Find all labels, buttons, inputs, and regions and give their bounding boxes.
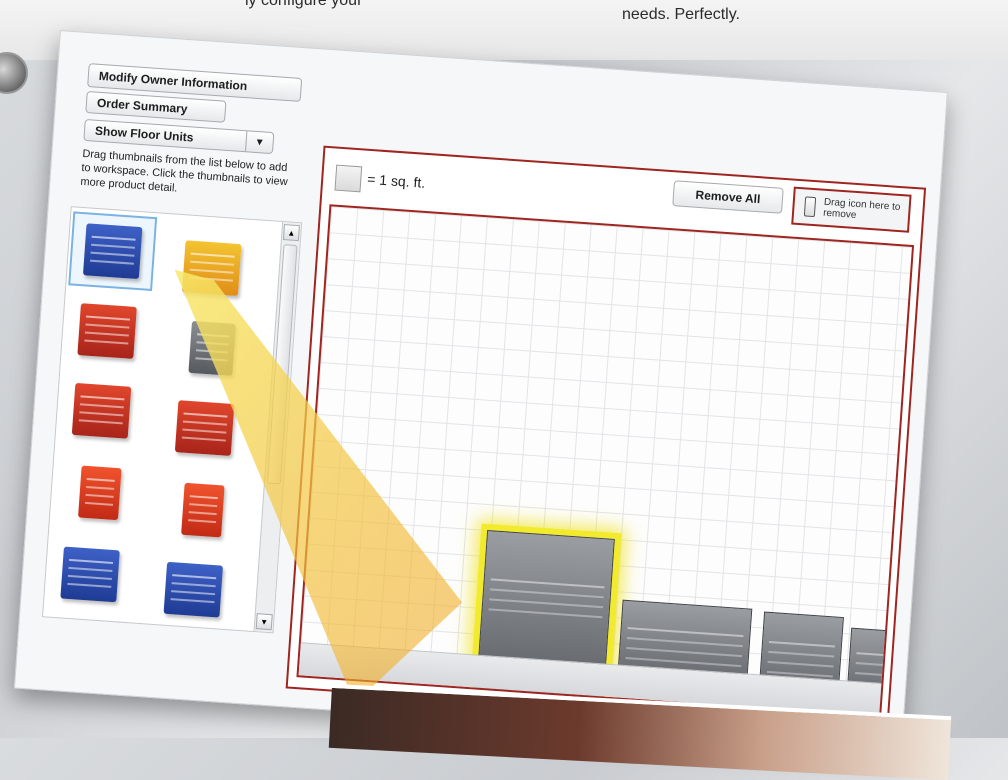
cabinet-thumbnail-image	[78, 465, 122, 521]
order-summary-button[interactable]: Order Summary	[85, 91, 227, 123]
thumbnail-red-chest[interactable]	[162, 390, 247, 465]
thumbnail-yellow-toolbox[interactable]	[169, 230, 254, 305]
remove-drop-zone[interactable]: Drag icon here to remove	[791, 186, 912, 233]
thumbnail-blue-cart-2[interactable]	[151, 552, 236, 627]
workspace-panel: = 1 sq. ft. Remove All Drag icon here to…	[285, 145, 927, 731]
scroll-down-icon[interactable]: ▼	[255, 613, 273, 631]
thumbnail-orange-locker[interactable]	[57, 455, 142, 530]
cabinet-thumbnail-image	[174, 400, 235, 456]
thumbnail-blue-toolbox[interactable]	[68, 211, 158, 292]
grid-legend-label: = 1 sq. ft.	[366, 170, 426, 191]
thumbnail-gray-cabinet[interactable]	[170, 311, 255, 386]
cabinet-thumbnail-image	[60, 546, 120, 603]
cabinet-thumbnail-image	[163, 561, 224, 618]
thumbnail-blue-cart[interactable]	[48, 537, 133, 612]
headline-left-fragment: ly configure your	[245, 0, 363, 9]
configurator-window: Modify Owner Information Order Summary S…	[13, 30, 948, 751]
headline-right-fragment: needs. Perfectly.	[622, 6, 740, 23]
cabinet-thumbnail-image	[188, 320, 236, 376]
remove-all-button[interactable]: Remove All	[672, 180, 784, 214]
cabinet-thumbnail-image	[82, 223, 143, 280]
trash-can-icon	[803, 196, 817, 218]
thumbnail-orange-side-cab[interactable]	[161, 472, 246, 547]
thumbnail-list: ▲ ▼	[41, 206, 303, 634]
thumbnail-red-roll-cab[interactable]	[59, 373, 144, 448]
order-summary-label: Order Summary	[96, 95, 188, 117]
grid-square-legend-icon	[334, 164, 363, 193]
modify-owner-label: Modify Owner Information	[98, 68, 248, 94]
workspace-grid[interactable]	[296, 204, 915, 718]
chevron-down-icon[interactable]: ▼	[244, 131, 274, 154]
cabinet-thumbnail-image	[181, 482, 225, 538]
thumbnail-red-cabinet[interactable]	[65, 293, 150, 368]
instructions-text: Drag thumbnails from the list below to a…	[80, 147, 289, 195]
cabinet-thumbnail-image	[71, 382, 132, 439]
scroll-thumb[interactable]	[266, 244, 298, 485]
floor-units-label: Show Floor Units	[94, 123, 194, 145]
scroll-up-icon[interactable]: ▲	[282, 224, 300, 242]
configurator-screen: Modify Owner Information Order Summary S…	[13, 30, 948, 751]
remove-all-label: Remove All	[695, 187, 761, 207]
remove-drop-zone-label: Drag icon here to remove	[822, 196, 901, 221]
cabinet-thumbnail-image	[182, 240, 242, 297]
cabinet-thumbnail-image	[77, 303, 137, 359]
